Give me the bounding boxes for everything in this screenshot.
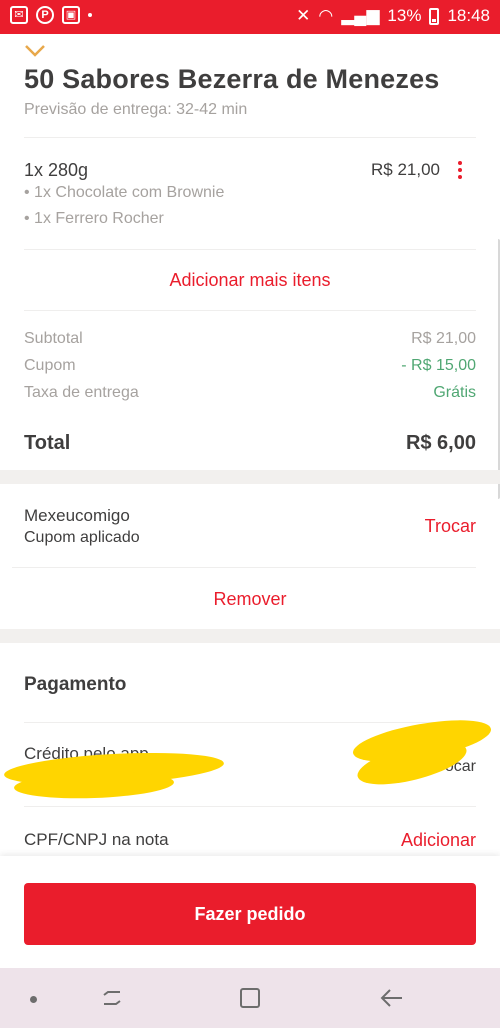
divider <box>24 249 476 250</box>
cart-item-price: R$ 21,00 <box>371 160 440 179</box>
payment-title: Pagamento <box>24 674 127 695</box>
subtotal-label: Subtotal <box>24 330 83 347</box>
cart-item-addon: • 1x Chocolate com Brownie <box>24 184 225 201</box>
chevron-down-icon[interactable] <box>24 44 46 58</box>
mute-icon: ✕ <box>296 6 311 25</box>
divider <box>24 806 476 807</box>
delivery-estimate: Previsão de entrega: 32-42 min <box>24 101 248 118</box>
more-vertical-icon[interactable] <box>450 158 470 184</box>
section-separator <box>0 629 500 643</box>
parking-icon: P <box>36 6 54 24</box>
battery-text: 13% <box>387 6 422 25</box>
recent-apps-icon[interactable] <box>100 986 124 1010</box>
assistant-dot-icon[interactable] <box>30 996 37 1003</box>
add-cpf-button[interactable]: Adicionar <box>401 830 476 851</box>
subtotal-value: R$ 21,00 <box>411 330 476 347</box>
coupon-status: Cupom aplicado <box>24 529 140 546</box>
total-label: Total <box>24 432 71 454</box>
wifi-icon: ◠ <box>318 6 334 25</box>
status-bar: ✉ P ▣ ✕ ◠ ▂▄▆ 13% 18:48 <box>0 0 500 34</box>
place-order-button[interactable]: Fazer pedido <box>24 883 476 945</box>
battery-icon <box>429 7 440 25</box>
delivery-fee-value: Grátis <box>433 384 476 401</box>
divider <box>24 137 476 138</box>
coupon-value: - R$ 15,00 <box>401 357 476 374</box>
image-icon: ▣ <box>62 6 80 24</box>
remove-coupon-button[interactable]: Remover <box>0 589 500 610</box>
cart-item-title: 1x 280g <box>24 160 89 180</box>
section-separator <box>0 470 500 484</box>
store-name: 50 Sabores Bezerra de Menezes <box>24 64 440 94</box>
signal-icon: ▂▄▆ <box>341 6 380 25</box>
coupon-code: Mexeucomigo <box>24 506 130 525</box>
clock: 18:48 <box>447 6 490 25</box>
back-icon[interactable] <box>378 986 404 1010</box>
checkout-footer: Fazer pedido <box>0 856 500 964</box>
cpf-cnpj-label: CPF/CNPJ na nota <box>24 830 169 849</box>
android-navigation-bar <box>0 968 500 1028</box>
add-more-items-button[interactable]: Adicionar mais itens <box>0 270 500 291</box>
delivery-fee-label: Taxa de entrega <box>24 384 139 401</box>
home-icon[interactable] <box>240 988 260 1008</box>
cart-item-addon: • 1x Ferrero Rocher <box>24 210 164 227</box>
divider <box>24 310 476 311</box>
swap-coupon-button[interactable]: Trocar <box>425 516 476 537</box>
coupon-label: Cupom <box>24 357 76 374</box>
mail-icon: ✉ <box>10 6 28 24</box>
checkout-sheet: 50 Sabores Bezerra de Menezes Previsão d… <box>0 34 500 964</box>
total-value: R$ 6,00 <box>405 432 476 454</box>
notification-dot-icon <box>88 13 92 17</box>
divider <box>24 722 476 723</box>
divider <box>12 567 476 568</box>
